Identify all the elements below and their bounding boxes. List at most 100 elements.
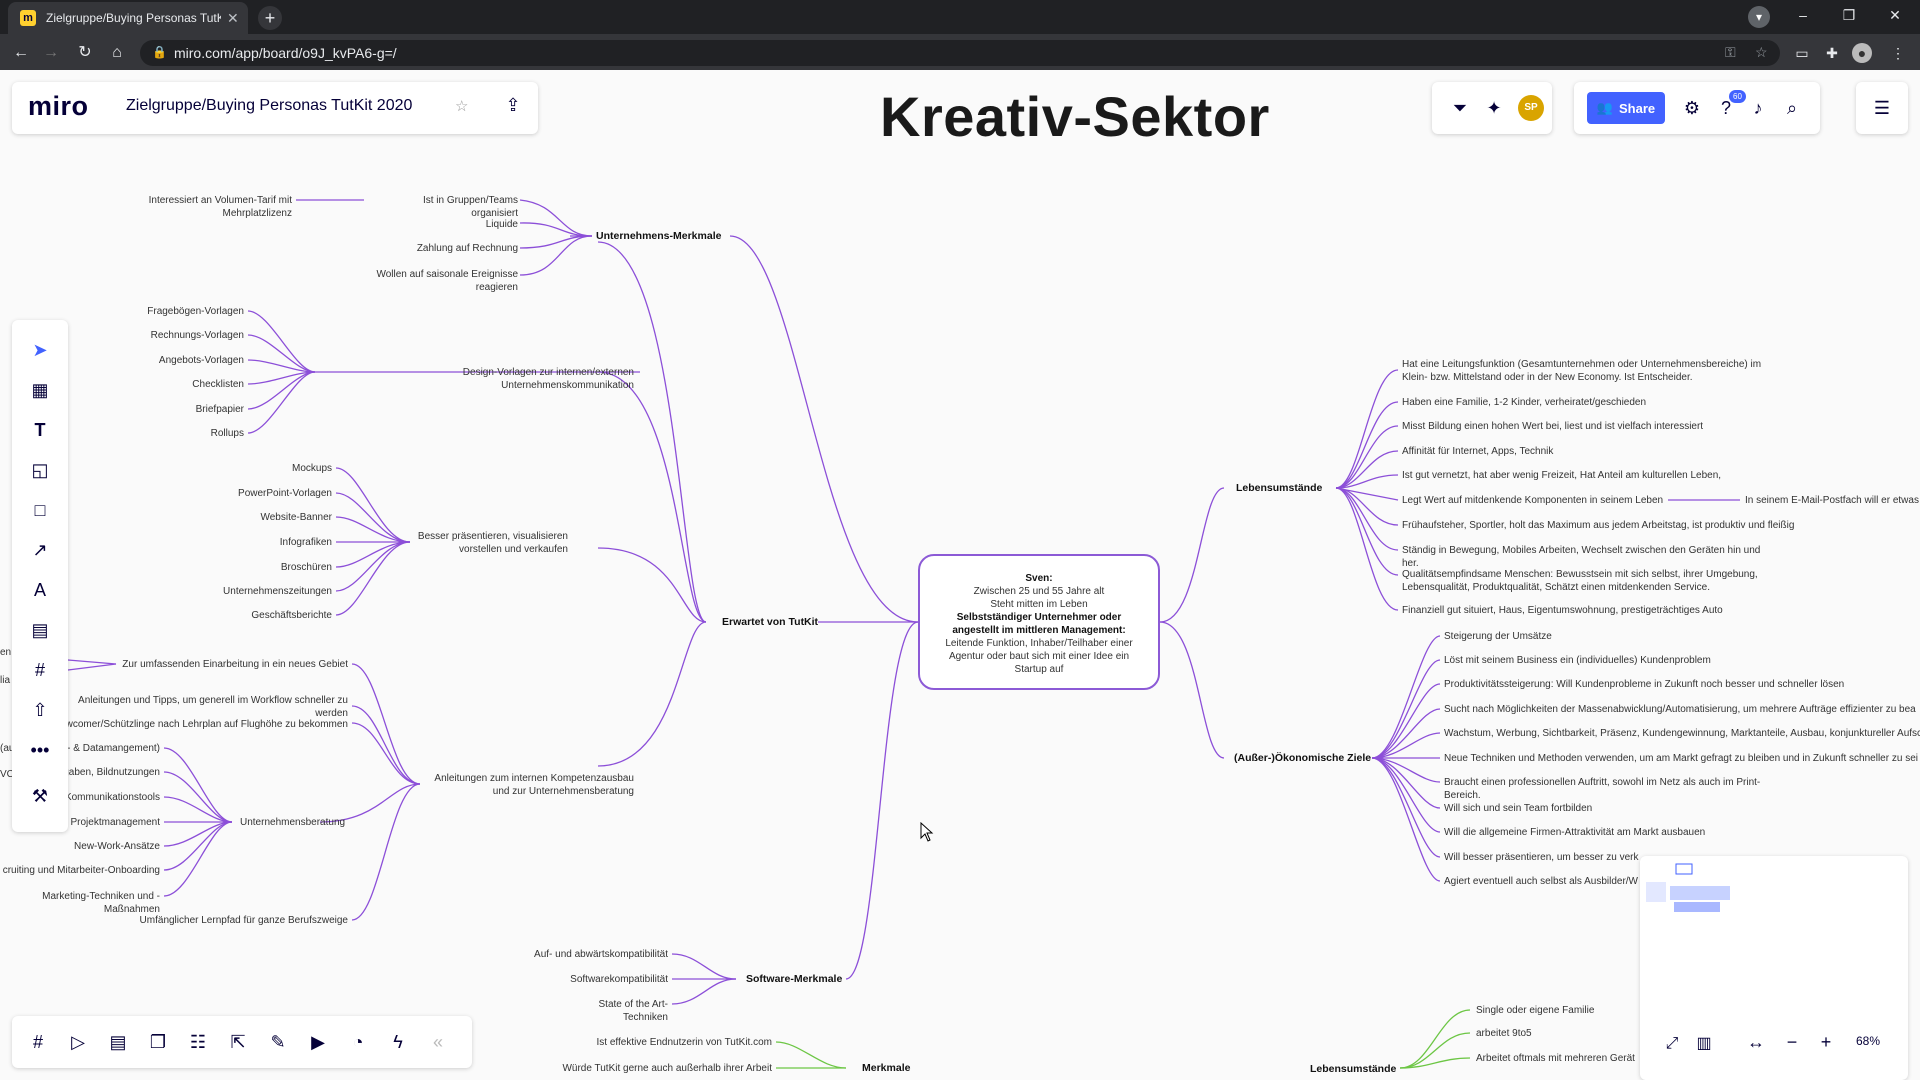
mindmap-node[interactable]: Rollups [120, 427, 244, 440]
mindmap-node[interactable]: Geschäftsberichte [200, 609, 332, 622]
kanban-icon[interactable]: ☷ [186, 1030, 210, 1054]
branch-oekonomische-ziele[interactable]: (Außer-)Ökonomische Ziele [1234, 752, 1371, 765]
board-canvas[interactable]: Kreativ-Sektor Sven: Zwischen 25 und 55 … [0, 70, 1920, 1080]
branch-merkmale[interactable]: Merkmale [862, 1062, 910, 1075]
branch-software-merkmale[interactable]: Software-Merkmale [746, 973, 842, 986]
mindmap-node[interactable]: Rechnungs-Vorlagen [120, 329, 244, 342]
pen-icon[interactable]: A [28, 578, 52, 602]
export-icon[interactable]: ⇪ [500, 92, 526, 118]
mindmap-node[interactable]: Steigerung der Umsätze [1444, 630, 1552, 643]
url-field[interactable]: 🔒 miro.com/app/board/o9J_kvPA6-g=/ ⚿ ☆ [140, 40, 1780, 66]
settings-sliders-icon[interactable]: ⚙ [1680, 96, 1704, 120]
mindmap-node[interactable]: Auf- und abwärtskompatibilität [500, 948, 668, 961]
mindmap-node[interactable]: State of the Art-Techniken [570, 998, 668, 1024]
mindmap-node[interactable]: Broschüren [200, 561, 332, 574]
mindmap-node[interactable]: Fragebögen-Vorlagen [120, 305, 244, 318]
mindmap-node[interactable]: Löst mit seinem Business ein (individuel… [1444, 654, 1711, 667]
back-icon[interactable]: ← [10, 42, 32, 64]
timer-icon[interactable]: ◔ [346, 1030, 370, 1054]
mindmap-node[interactable]: Will besser präsentieren, um besser zu v… [1444, 851, 1639, 864]
mindmap-node[interactable]: Zahlung auf Rechnung [390, 242, 518, 255]
mindmap-node[interactable]: Checklisten [120, 378, 244, 391]
extensions-icon[interactable]: ✚ [1822, 43, 1842, 63]
mindmap-node[interactable]: Mockups [200, 462, 332, 475]
mindmap-node[interactable]: Neue Techniken und Methoden verwenden, u… [1444, 752, 1918, 765]
maximize-button[interactable]: ❐ [1826, 0, 1872, 30]
chrome-menu-icon[interactable]: ⋮ [1888, 43, 1908, 63]
mindmap-node[interactable]: Ständig in Bewegung, Mobiles Arbeiten, W… [1402, 544, 1767, 570]
mindmap-node[interactable]: Zur umfassenden Einarbeitung in ein neue… [90, 658, 348, 671]
browser-tab[interactable]: m Zielgruppe/Buying Personas TutKit 2020… [8, 2, 248, 34]
mindmap-node[interactable]: Single oder eigene Familie [1476, 1004, 1594, 1017]
bookmark-star-icon[interactable]: ☆ [1755, 44, 1768, 61]
shape-tool-icon[interactable]: □ [28, 498, 52, 522]
mindmap-node[interactable]: Liquide [390, 218, 518, 231]
new-tab-button[interactable]: + [258, 6, 282, 30]
video-icon[interactable]: ▶ [306, 1030, 330, 1054]
mindmap-node[interactable]: cruiting und Mitarbeiter-Onboarding [0, 864, 160, 877]
mindmap-node[interactable]: Arbeitet oftmals mit mehreren Gerät [1476, 1052, 1635, 1065]
mindmap-node[interactable]: Website-Banner [200, 511, 332, 524]
persona-center-node[interactable]: Sven: Zwischen 25 und 55 Jahre alt Steht… [918, 554, 1160, 690]
mindmap-node[interactable]: Haben eine Familie, 1-2 Kinder, verheira… [1402, 396, 1646, 409]
bell-icon[interactable]: ♪ [1746, 96, 1770, 120]
collapse-icon[interactable]: « [426, 1030, 450, 1054]
key-icon[interactable]: ⚿ [1725, 44, 1736, 61]
mindmap-node[interactable]: New-Work-Ansätze [0, 840, 160, 853]
mindmap-node[interactable]: arbeitet 9to5 [1476, 1027, 1532, 1040]
mindmap-node[interactable]: Ist effektive Endnutzerin von TutKit.com [540, 1036, 772, 1049]
mindmap-node[interactable]: Angebots-Vorlagen [120, 354, 244, 367]
mindmap-node[interactable]: Ist in Gruppen/Teams organisiert [390, 194, 518, 220]
templates-icon[interactable]: ▦ [28, 378, 52, 402]
cards-icon[interactable]: ❐ [146, 1030, 170, 1054]
menu-icon[interactable]: ☰ [1870, 96, 1894, 120]
mindmap-node[interactable]: In seinem E-Mail-Postfach will er etwas … [1745, 494, 1920, 507]
frames-icon[interactable]: # [26, 1030, 50, 1054]
mindmap-node[interactable]: Briefpapier [120, 403, 244, 416]
lightning-icon[interactable]: ϟ [386, 1030, 410, 1054]
mindmap-node[interactable]: Produktivitätssteigerung: Will Kundenpro… [1444, 678, 1844, 691]
close-tab-icon[interactable]: ✕ [227, 10, 239, 27]
miro-logo[interactable]: miro [28, 91, 89, 122]
mindmap-node[interactable]: Anleitungen zum internen Kompetenzausbau… [420, 772, 634, 798]
profile-avatar-icon[interactable]: ● [1852, 43, 1872, 63]
branch-unternehmens-merkmale[interactable]: Unternehmens-Merkmale [596, 230, 721, 243]
mindmap-node[interactable]: Besser präsentieren, visualisieren vorst… [400, 530, 568, 556]
mindmap-node[interactable]: Hat eine Leitungsfunktion (Gesamtunterne… [1402, 358, 1762, 384]
home-icon[interactable]: ⌂ [106, 42, 128, 64]
mindmap-node-cut[interactable]: en [0, 646, 11, 659]
branch-lebensumstaende[interactable]: Lebensumstände [1236, 482, 1322, 495]
close-window-button[interactable]: ✕ [1872, 0, 1918, 30]
frame-icon[interactable]: # [28, 658, 52, 682]
mindmap-node[interactable]: Frühaufsteher, Sportler, holt das Maximu… [1402, 519, 1794, 532]
mindmap-node[interactable]: Wollen auf saisonale Ereignisse reagiere… [370, 268, 518, 294]
sticky-note-icon[interactable]: ◱ [28, 458, 52, 482]
notes-icon[interactable]: ✎ [266, 1030, 290, 1054]
favorite-star-icon[interactable]: ☆ [455, 97, 468, 115]
mindmap-node[interactable]: Affinität für Internet, Apps, Technik [1402, 445, 1553, 458]
mindmap-node[interactable]: Ist gut vernetzt, hat aber wenig Freizei… [1402, 469, 1721, 482]
zoom-out-icon[interactable]: − [1780, 1030, 1804, 1054]
mindmap-node[interactable]: Legt Wert auf mitdenkende Komponenten in… [1402, 494, 1663, 507]
mindmap-node[interactable]: Design-Vorlagen zur internen/externen Un… [450, 366, 634, 392]
mindmap-node[interactable]: Unternehmenszeitungen [200, 585, 332, 598]
comments-icon[interactable]: ▤ [106, 1030, 130, 1054]
mindmap-node[interactable]: Wachstum, Werbung, Sichtbarkeit, Präsenz… [1444, 727, 1920, 740]
presentation-icon[interactable]: ▷ [66, 1030, 90, 1054]
comment-icon[interactable]: ▤ [28, 618, 52, 642]
mindmap-node[interactable]: wcomer/Schützlinge nach Lehrplan auf Flu… [60, 718, 348, 731]
upload-icon[interactable]: ⇧ [28, 698, 52, 722]
celebrate-icon[interactable]: ✦ [1482, 96, 1506, 120]
mindmap-node[interactable]: Unternehmensberatung [240, 816, 345, 829]
connection-line-icon[interactable]: ↗ [28, 538, 52, 562]
cast-icon[interactable]: ▭ [1792, 43, 1812, 63]
text-tool-icon[interactable]: T [28, 418, 52, 442]
mindmap-node[interactable]: Qualitätsempfindsame Menschen: Bewusstse… [1402, 568, 1767, 594]
forward-icon[interactable]: → [40, 42, 62, 64]
mindmap-node[interactable]: Will die allgemeine Firmen-Attraktivität… [1444, 826, 1705, 839]
apps-icon[interactable]: ⚒ [28, 784, 52, 808]
zoom-level[interactable]: 68% [1856, 1034, 1880, 1048]
mindmap-node[interactable]: Würde TutKit gerne auch außerhalb ihrer … [540, 1062, 772, 1075]
filter-icon[interactable]: ⏷ [1448, 96, 1472, 120]
mindmap-node[interactable]: Marketing-Techniken und -Maßnahmen [30, 890, 160, 916]
